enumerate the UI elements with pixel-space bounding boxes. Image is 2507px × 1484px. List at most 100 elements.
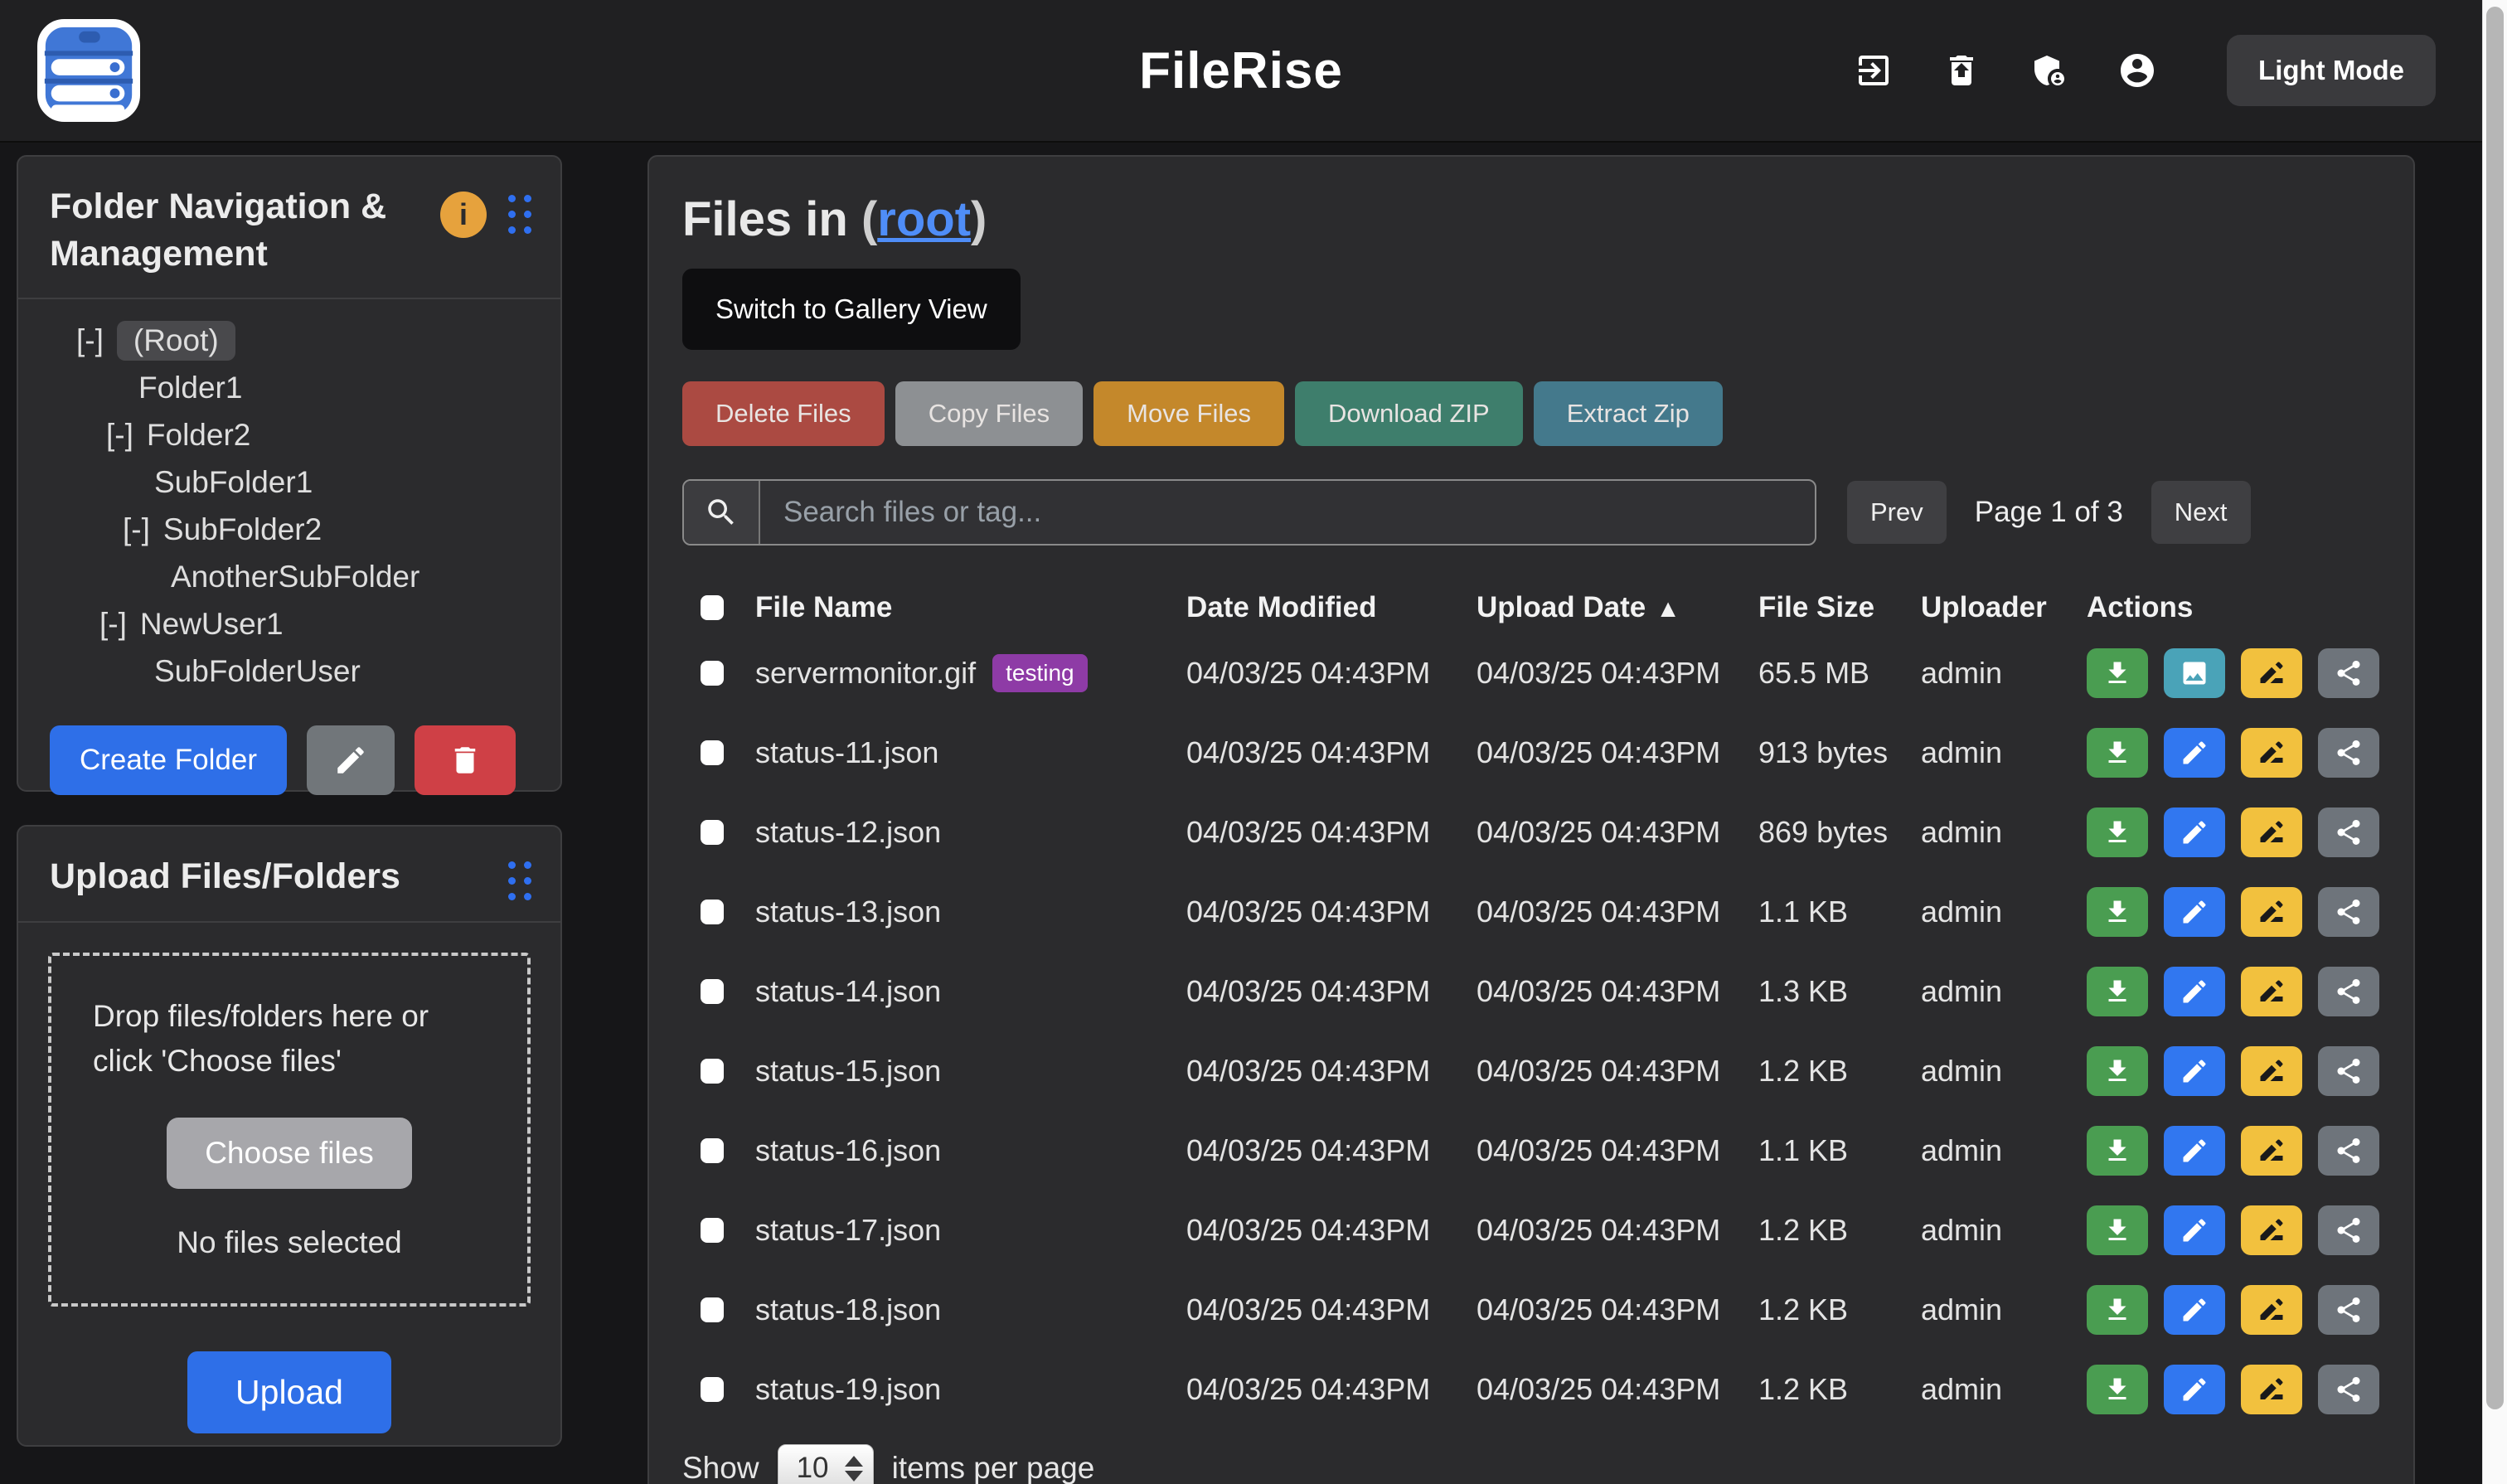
folder-tree-item[interactable]: AnotherSubFolder [18, 554, 560, 601]
admin-shield-icon[interactable] [2029, 51, 2069, 90]
download-button[interactable] [2087, 648, 2148, 698]
row-checkbox[interactable] [701, 900, 724, 924]
light-mode-button[interactable]: Light Mode [2227, 35, 2436, 106]
file-name[interactable]: status-19.json [755, 1372, 941, 1407]
create-folder-button[interactable]: Create Folder [50, 725, 287, 795]
prev-page-button[interactable]: Prev [1847, 481, 1947, 544]
table-row[interactable]: servermonitor.gif testing 04/03/25 04:43… [682, 633, 2380, 713]
column-header-file-size[interactable]: File Size [1758, 591, 1921, 624]
folder-tree-item[interactable]: [-] NewUser1 [18, 601, 560, 648]
folder-name[interactable]: SubFolder2 [163, 512, 322, 547]
file-dropzone[interactable]: Drop files/folders here or click 'Choose… [48, 953, 531, 1307]
folder-tree-item[interactable]: SubFolder1 [18, 459, 560, 507]
column-header-date-modified[interactable]: Date Modified [1186, 591, 1477, 624]
tree-collapse-toggle[interactable]: [-] [123, 512, 150, 547]
row-checkbox[interactable] [701, 740, 724, 765]
share-button[interactable] [2318, 967, 2379, 1016]
folder-name[interactable]: Folder2 [147, 418, 250, 453]
preview-edit-button[interactable] [2164, 887, 2225, 937]
preview-edit-button[interactable] [2164, 967, 2225, 1016]
download-button[interactable] [2087, 967, 2148, 1016]
delete-folder-button[interactable] [415, 725, 516, 795]
rename-button[interactable] [2241, 1126, 2302, 1176]
toolbar-button[interactable]: Move Files [1093, 381, 1284, 446]
folder-name[interactable]: SubFolder1 [154, 465, 313, 500]
folder-tree-item[interactable]: Folder1 [18, 365, 560, 412]
rename-button[interactable] [2241, 728, 2302, 778]
file-name[interactable]: status-15.json [755, 1054, 941, 1089]
row-checkbox[interactable] [701, 979, 724, 1004]
table-row[interactable]: status-12.json 04/03/25 04:43PM 04/03/25… [682, 793, 2380, 872]
rename-button[interactable] [2241, 648, 2302, 698]
download-button[interactable] [2087, 807, 2148, 857]
row-checkbox[interactable] [701, 1218, 724, 1243]
folder-tree-item[interactable]: [-] Folder2 [18, 412, 560, 459]
page-scrollbar[interactable] [2482, 0, 2507, 1484]
logout-icon[interactable] [1854, 51, 1894, 90]
download-button[interactable] [2087, 728, 2148, 778]
rename-button[interactable] [2241, 807, 2302, 857]
preview-edit-button[interactable] [2164, 648, 2225, 698]
rename-folder-button[interactable] [307, 725, 395, 795]
rename-button[interactable] [2241, 967, 2302, 1016]
preview-edit-button[interactable] [2164, 1046, 2225, 1096]
row-checkbox[interactable] [701, 1059, 724, 1084]
restore-trash-icon[interactable] [1942, 51, 1981, 90]
upload-button[interactable]: Upload [187, 1351, 391, 1433]
file-name[interactable]: status-14.json [755, 974, 941, 1009]
download-button[interactable] [2087, 887, 2148, 937]
scrollbar-thumb[interactable] [2486, 7, 2504, 1409]
preview-edit-button[interactable] [2164, 1285, 2225, 1335]
row-checkbox[interactable] [701, 820, 724, 845]
share-button[interactable] [2318, 728, 2379, 778]
folder-name[interactable]: NewUser1 [140, 607, 284, 642]
table-row[interactable]: status-15.json 04/03/25 04:43PM 04/03/25… [682, 1031, 2380, 1111]
folder-name[interactable]: SubFolderUser [154, 654, 361, 689]
share-button[interactable] [2318, 1046, 2379, 1096]
rename-button[interactable] [2241, 1285, 2302, 1335]
file-name[interactable]: status-16.json [755, 1133, 941, 1168]
download-button[interactable] [2087, 1126, 2148, 1176]
share-button[interactable] [2318, 648, 2379, 698]
choose-files-button[interactable]: Choose files [167, 1118, 412, 1189]
table-row[interactable]: status-17.json 04/03/25 04:43PM 04/03/25… [682, 1191, 2380, 1270]
download-button[interactable] [2087, 1205, 2148, 1255]
account-circle-icon[interactable] [2117, 51, 2157, 90]
column-header-file-name[interactable]: File Name [755, 591, 1186, 624]
preview-edit-button[interactable] [2164, 1205, 2225, 1255]
share-button[interactable] [2318, 1205, 2379, 1255]
toolbar-button[interactable]: Copy Files [895, 381, 1083, 446]
tree-collapse-toggle[interactable]: [-] [99, 607, 127, 642]
rename-button[interactable] [2241, 1205, 2302, 1255]
tree-collapse-toggle[interactable]: [-] [76, 323, 104, 358]
table-row[interactable]: status-14.json 04/03/25 04:43PM 04/03/25… [682, 952, 2380, 1031]
table-row[interactable]: status-11.json 04/03/25 04:43PM 04/03/25… [682, 713, 2380, 793]
share-button[interactable] [2318, 1365, 2379, 1414]
download-button[interactable] [2087, 1285, 2148, 1335]
table-row[interactable]: status-13.json 04/03/25 04:43PM 04/03/25… [682, 872, 2380, 952]
share-button[interactable] [2318, 1285, 2379, 1335]
column-header-upload-date[interactable]: Upload Date▲ [1477, 591, 1758, 624]
toolbar-button[interactable]: Download ZIP [1295, 381, 1523, 446]
toolbar-button[interactable]: Extract Zip [1534, 381, 1723, 446]
download-button[interactable] [2087, 1365, 2148, 1414]
preview-edit-button[interactable] [2164, 807, 2225, 857]
folder-tree-item[interactable]: [-] (Root) [18, 318, 560, 365]
drag-handle-icon[interactable] [508, 195, 532, 235]
info-icon[interactable]: i [440, 192, 487, 238]
folder-name[interactable]: (Root) [117, 321, 235, 361]
toolbar-button[interactable]: Delete Files [682, 381, 885, 446]
row-checkbox[interactable] [701, 1138, 724, 1163]
file-name[interactable]: status-17.json [755, 1213, 941, 1248]
search-icon[interactable] [684, 481, 760, 544]
row-checkbox[interactable] [701, 1297, 724, 1322]
file-name[interactable]: status-13.json [755, 895, 941, 929]
download-button[interactable] [2087, 1046, 2148, 1096]
rename-button[interactable] [2241, 1365, 2302, 1414]
tree-collapse-toggle[interactable]: [-] [106, 418, 133, 453]
switch-gallery-view-button[interactable]: Switch to Gallery View [682, 269, 1021, 350]
rename-button[interactable] [2241, 887, 2302, 937]
share-button[interactable] [2318, 807, 2379, 857]
row-checkbox[interactable] [701, 1377, 724, 1402]
items-per-page-select[interactable]: 10 [778, 1444, 874, 1484]
